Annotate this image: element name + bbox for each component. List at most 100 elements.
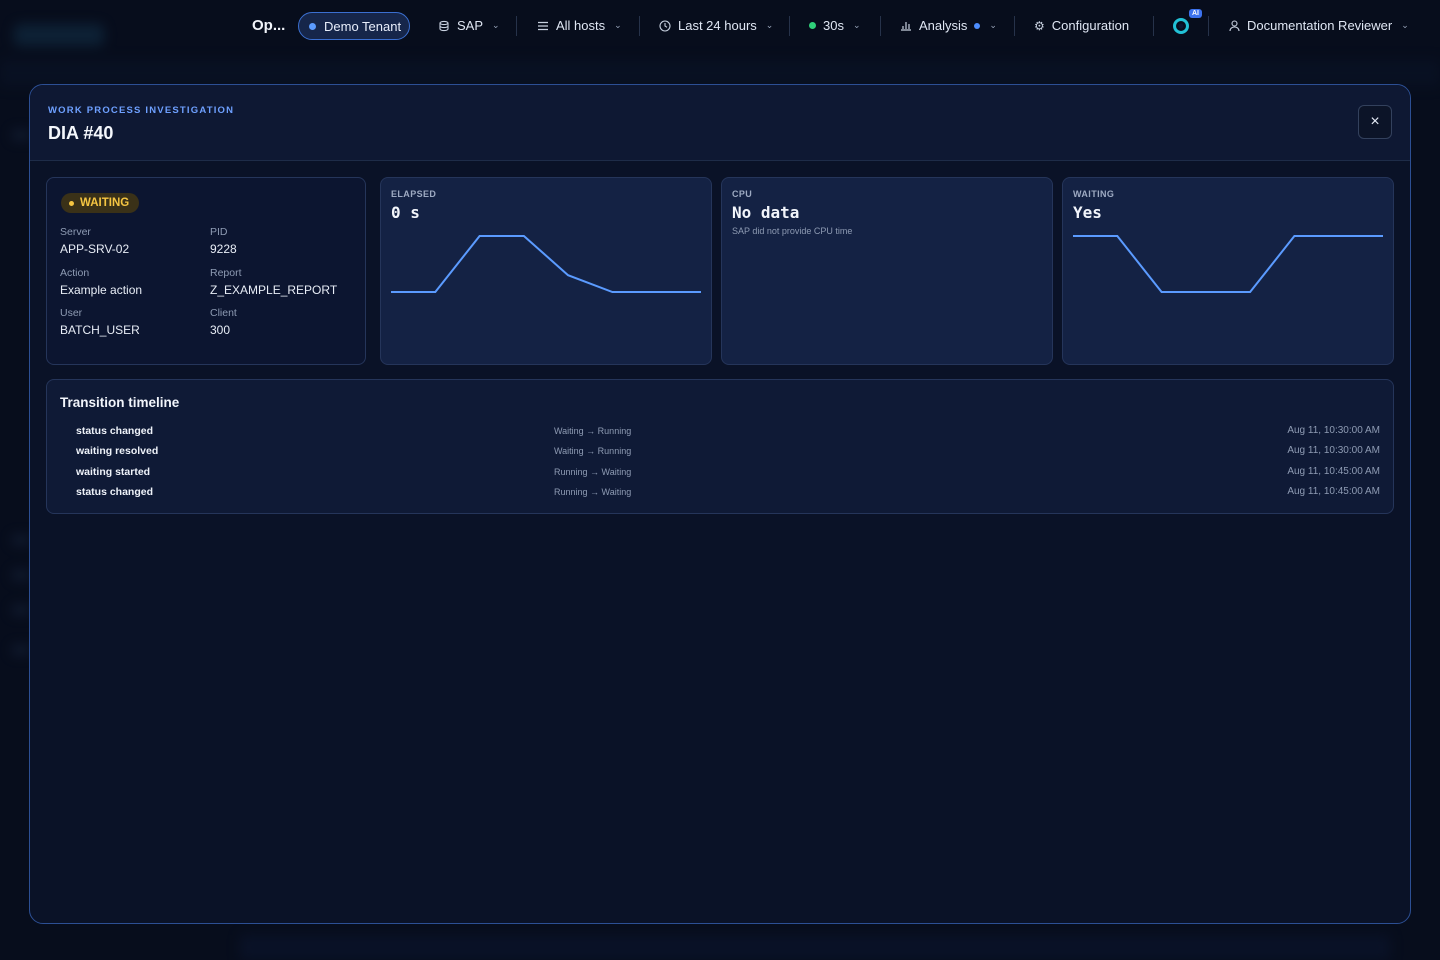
tenant-label: Demo Tenant bbox=[324, 18, 402, 34]
timeline-time: Aug 11, 10:30:00 AM bbox=[1287, 425, 1380, 436]
elapsed-sparkline-line bbox=[391, 235, 701, 293]
report-label: Report bbox=[210, 267, 242, 279]
configuration-link[interactable]: ⚙ Configuration bbox=[1034, 18, 1129, 33]
user-menu[interactable]: Documentation Reviewer ⌄ bbox=[1229, 18, 1409, 33]
chevron-down-icon: ⌄ bbox=[614, 20, 622, 30]
user-label: User bbox=[60, 307, 83, 319]
user-icon bbox=[1229, 19, 1240, 31]
analysis-menu[interactable]: Analysis ⌄ bbox=[900, 18, 997, 33]
close-button[interactable]: × bbox=[1358, 105, 1392, 139]
modal-header: WORK PROCESS INVESTIGATION DIA #40 × bbox=[30, 85, 1410, 161]
waiting-card: WAITING Yes bbox=[1062, 177, 1394, 365]
work-process-modal: WORK PROCESS INVESTIGATION DIA #40 × WAI… bbox=[29, 84, 1411, 924]
timeline-row: status changed Running → Waiting Aug 11,… bbox=[47, 486, 1393, 506]
action-label: Action bbox=[60, 267, 90, 279]
elapsed-value: 0 s bbox=[391, 203, 420, 222]
elapsed-label: ELAPSED bbox=[391, 189, 437, 199]
database-icon bbox=[439, 20, 449, 31]
timeline-event: waiting resolved bbox=[76, 445, 159, 457]
timeline-time: Aug 11, 10:45:00 AM bbox=[1287, 466, 1380, 477]
timeline-time: Aug 11, 10:45:00 AM bbox=[1287, 486, 1380, 497]
waiting-sparkline-line bbox=[1073, 235, 1383, 293]
background-sidebar-item bbox=[12, 130, 30, 140]
user-name: Documentation Reviewer bbox=[1247, 18, 1393, 33]
nav-divider bbox=[516, 16, 517, 36]
hosts-selector[interactable]: All hosts ⌄ bbox=[537, 18, 622, 33]
nav-divider bbox=[1153, 16, 1154, 36]
refresh-interval-selector[interactable]: 30s ⌄ bbox=[809, 18, 861, 33]
process-info-card: WAITING Server APP-SRV-02 PID 9228 Actio… bbox=[46, 177, 366, 365]
modal-eyebrow: WORK PROCESS INVESTIGATION bbox=[48, 105, 235, 116]
report-value: Z_EXAMPLE_REPORT bbox=[210, 283, 338, 297]
background-sidebar-item bbox=[12, 605, 30, 615]
hosts-label: All hosts bbox=[556, 18, 606, 33]
background-footer bbox=[240, 935, 1390, 960]
nav-divider bbox=[639, 16, 640, 36]
timeline-transition: Waiting → Running bbox=[554, 426, 632, 436]
configuration-label: Configuration bbox=[1051, 18, 1130, 33]
cpu-note: SAP did not provide CPU time bbox=[732, 226, 853, 236]
status-dot-icon bbox=[69, 200, 74, 206]
action-value: Example action bbox=[60, 283, 143, 297]
elapsed-card: ELAPSED 0 s bbox=[380, 177, 712, 365]
timeline-event: status changed bbox=[76, 425, 154, 437]
cpu-card: CPU No data SAP did not provide CPU time bbox=[721, 177, 1053, 365]
cpu-value: No data bbox=[732, 203, 800, 222]
timeline-row: waiting resolved Waiting → Running Aug 1… bbox=[47, 445, 1393, 465]
timeline-title: Transition timeline bbox=[60, 395, 180, 410]
user-value: BATCH_USER bbox=[60, 323, 140, 337]
background-sidebar-item bbox=[12, 645, 30, 655]
modal-title: DIA #40 bbox=[48, 123, 114, 143]
cpu-label: CPU bbox=[732, 189, 753, 199]
client-label: Client bbox=[210, 307, 237, 319]
timeline-event: status changed bbox=[76, 486, 154, 498]
server-label: Server bbox=[60, 226, 91, 238]
timeline-time: Aug 11, 10:30:00 AM bbox=[1287, 445, 1380, 456]
time-range-selector[interactable]: Last 24 hours ⌄ bbox=[659, 18, 773, 33]
clock-icon bbox=[659, 19, 671, 32]
app-title[interactable]: Op... bbox=[252, 17, 285, 34]
chevron-down-icon: ⌄ bbox=[492, 20, 500, 30]
nav-divider bbox=[880, 16, 881, 36]
ai-assistant-icon[interactable] bbox=[1171, 16, 1191, 36]
background-sidebar-item bbox=[12, 535, 30, 545]
status-label: WAITING bbox=[80, 197, 130, 209]
sap-label: SAP bbox=[457, 18, 484, 33]
timeline-transition: Running → Waiting bbox=[554, 487, 632, 497]
timeline-row: waiting started Running → Waiting Aug 11… bbox=[47, 466, 1393, 486]
chevron-down-icon: ⌄ bbox=[1401, 20, 1409, 30]
chevron-down-icon: ⌄ bbox=[989, 20, 997, 30]
ai-badge: AI bbox=[1189, 9, 1202, 18]
refresh-interval-label: 30s bbox=[823, 18, 844, 33]
transition-timeline: Transition timeline status changed Waiti… bbox=[46, 379, 1394, 514]
gear-icon: ⚙ bbox=[1034, 18, 1045, 33]
waiting-label: WAITING bbox=[1073, 189, 1115, 199]
analysis-label: Analysis bbox=[919, 18, 968, 33]
analysis-indicator-icon bbox=[974, 22, 981, 29]
pid-label: PID bbox=[210, 226, 228, 238]
timeline-transition: Running → Waiting bbox=[554, 467, 632, 477]
live-status-icon bbox=[809, 22, 816, 29]
server-value: APP-SRV-02 bbox=[60, 242, 130, 256]
tenant-dot-icon bbox=[309, 22, 316, 30]
timeline-transition: Waiting → Running bbox=[554, 446, 632, 456]
nav-divider bbox=[789, 16, 790, 36]
chevron-down-icon: ⌄ bbox=[765, 20, 774, 30]
background-sidebar-item bbox=[12, 570, 30, 580]
chevron-down-icon: ⌄ bbox=[852, 20, 861, 30]
waiting-value: Yes bbox=[1073, 203, 1102, 222]
list-icon bbox=[538, 21, 548, 30]
background-toolbar bbox=[0, 60, 1440, 86]
nav-divider bbox=[1208, 16, 1209, 36]
elapsed-sparkline bbox=[391, 235, 701, 293]
sap-selector[interactable]: SAP ⌄ bbox=[438, 18, 500, 33]
pid-value: 9228 bbox=[210, 242, 237, 256]
top-navigation: Op... Demo Tenant SAP ⌄ All hosts ⌄ Last… bbox=[0, 0, 1440, 54]
tenant-selector[interactable]: Demo Tenant bbox=[298, 12, 410, 40]
client-value: 300 bbox=[210, 323, 231, 337]
bar-chart-icon bbox=[901, 22, 911, 31]
time-range-label: Last 24 hours bbox=[678, 18, 757, 33]
timeline-event: waiting started bbox=[76, 466, 151, 478]
timeline-row: status changed Waiting → Running Aug 11,… bbox=[47, 425, 1393, 445]
close-icon: × bbox=[1370, 113, 1380, 130]
